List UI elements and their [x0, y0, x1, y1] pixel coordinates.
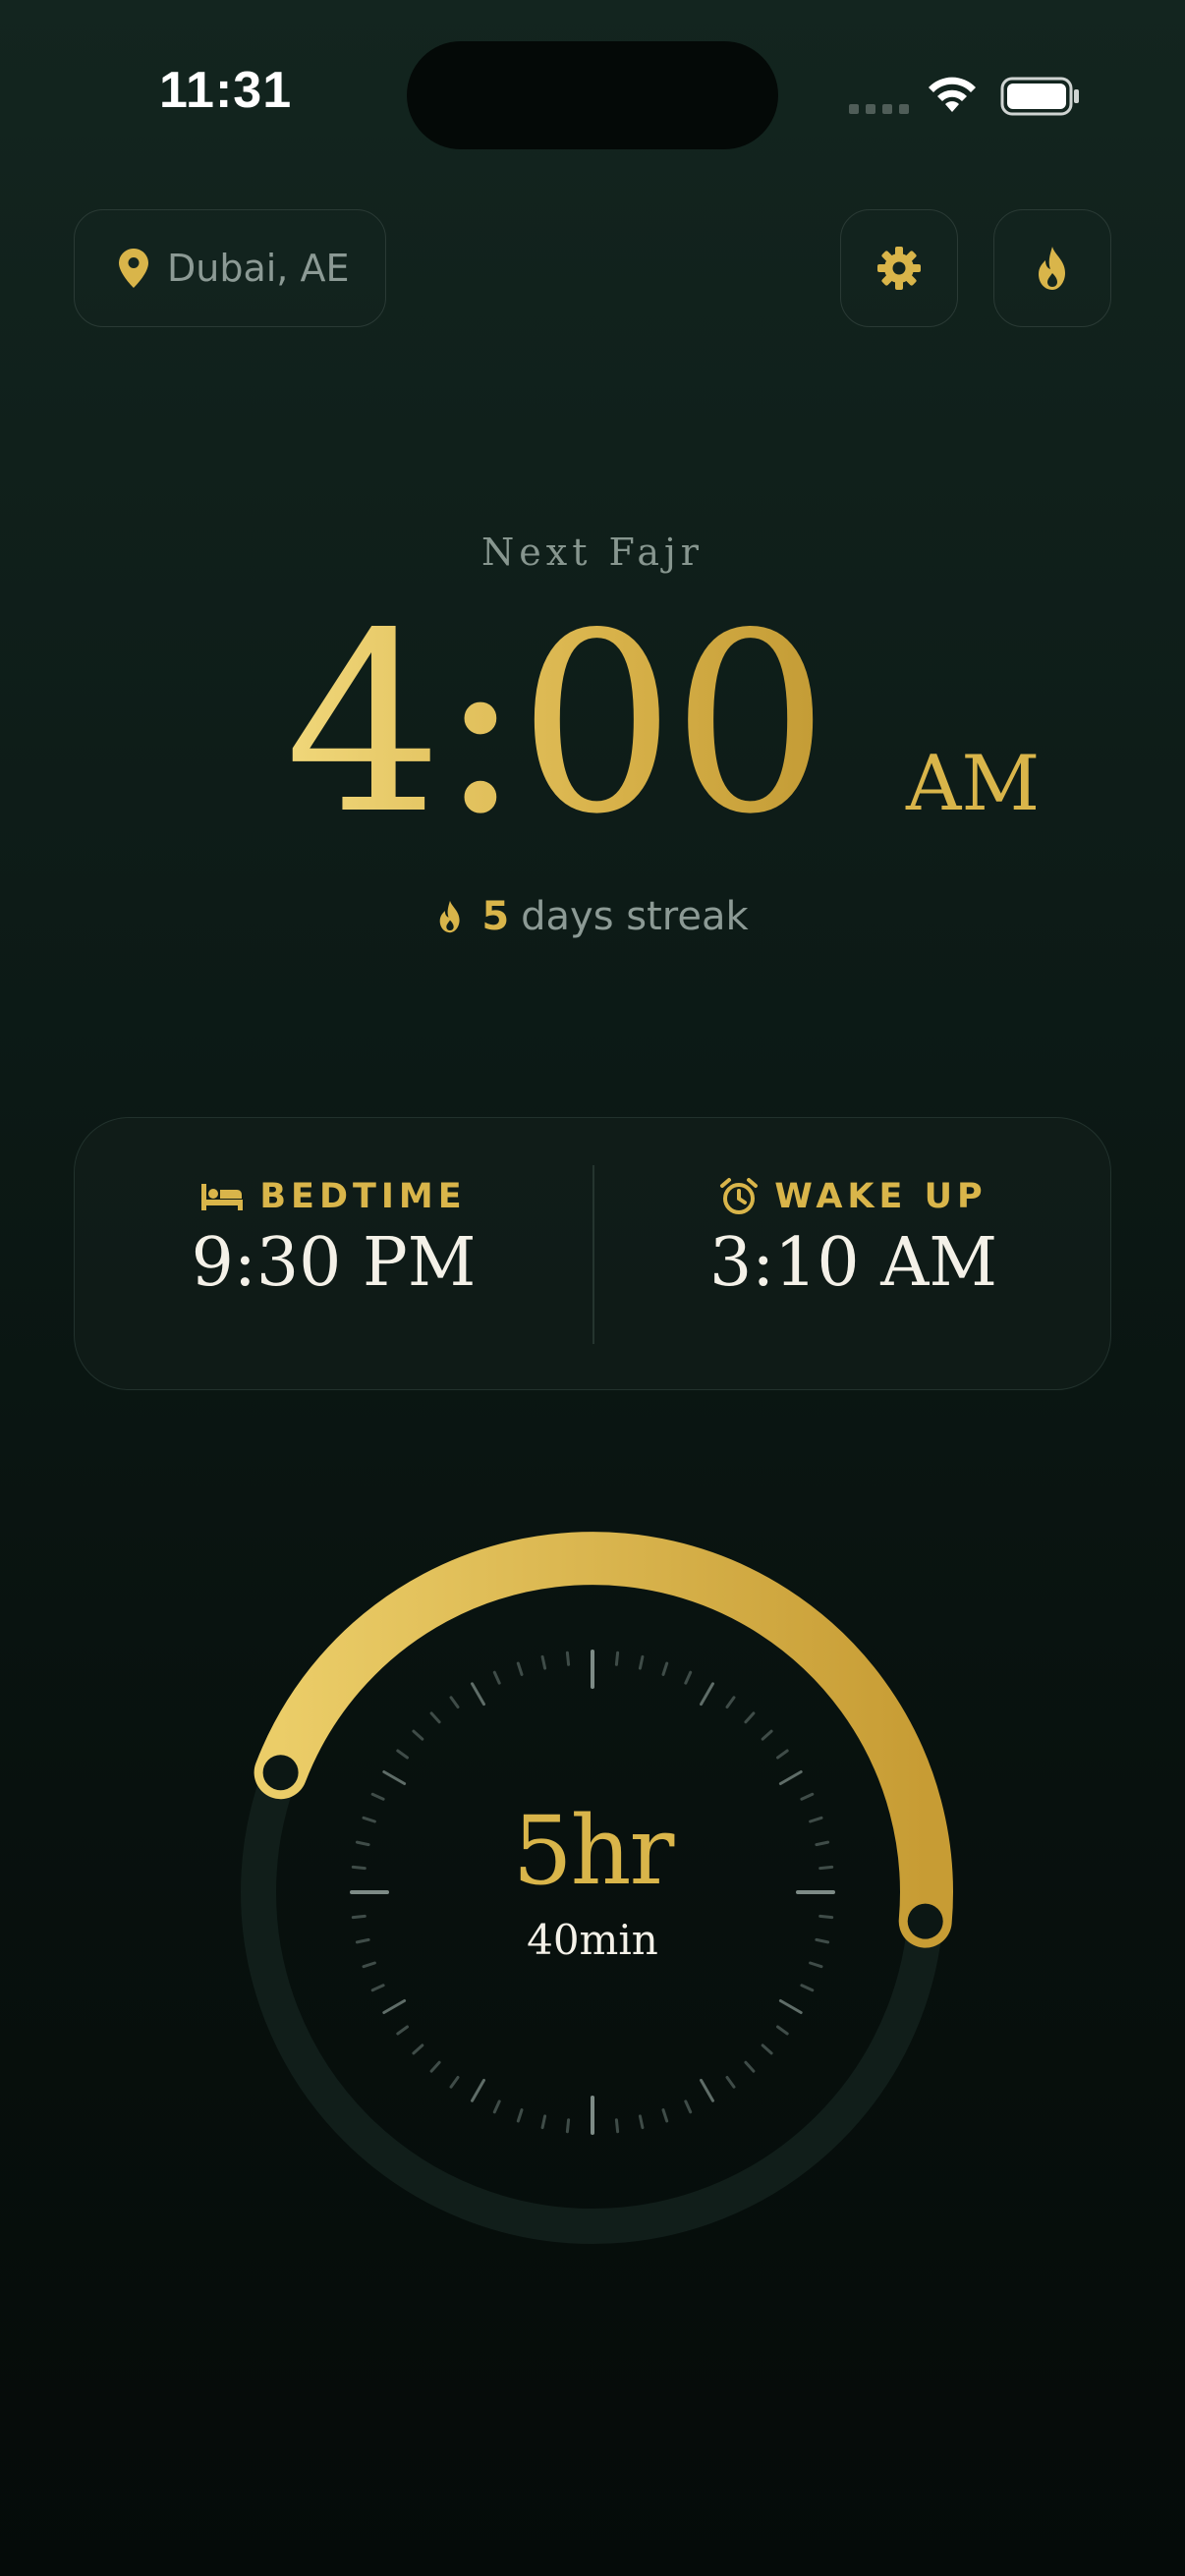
next-prayer-time: 4:00 AM — [0, 597, 1185, 863]
dial-tick — [614, 1651, 620, 1666]
dial-tick — [471, 1682, 485, 1707]
wakeup-label: WAKE UP — [774, 1177, 988, 1216]
flame-icon — [1039, 247, 1065, 290]
dial-tick — [540, 1654, 547, 1670]
duration-minutes: 40min — [527, 1916, 658, 1964]
dial-tick — [661, 1661, 669, 1676]
dial-tick — [412, 2044, 424, 2055]
dial-tick — [684, 1670, 693, 1685]
dial-tick — [776, 1749, 789, 1760]
dial-tick — [800, 1984, 815, 1992]
wakeup-value: 3:10 AM — [708, 1224, 998, 1302]
dial-tick — [412, 1729, 424, 1741]
dial-tick — [492, 1670, 501, 1685]
dial-tick — [565, 2118, 571, 2134]
dynamic-island — [407, 41, 778, 149]
dial-tick — [725, 1696, 736, 1708]
dial-tick — [382, 1999, 407, 2014]
location-selector[interactable]: Dubai, AE — [74, 209, 386, 327]
dial-tick — [761, 1729, 773, 1741]
streak-indicator: 5 days streak — [0, 894, 1185, 939]
bedtime-section[interactable]: BEDTIME 9:30 PM — [75, 1177, 592, 1344]
dial-tick — [492, 2100, 501, 2114]
dial-tick — [449, 2076, 460, 2089]
status-bar-time: 11:31 — [159, 62, 293, 119]
dial-tick — [396, 1749, 409, 1760]
bedtime-label: BEDTIME — [259, 1177, 467, 1216]
dial-tick — [778, 1999, 803, 2014]
map-pin-icon — [119, 249, 148, 288]
gear-icon — [877, 247, 921, 290]
duration-hours: 5hr — [512, 1796, 675, 1906]
dial-tick — [370, 1984, 385, 1992]
cellular-signal-icon — [849, 104, 909, 114]
dial-tick — [744, 2060, 756, 2073]
dial-tick — [661, 2108, 669, 2123]
dial-tick — [429, 2060, 441, 2073]
streak-count: 5 — [481, 894, 510, 939]
prayer-time-period: AM — [906, 740, 1041, 828]
dial-tick — [761, 2044, 773, 2055]
dial-tick — [700, 1682, 714, 1707]
dial-tick — [516, 1661, 524, 1676]
next-prayer-label: Next Fajr — [481, 531, 704, 574]
dial-tick — [638, 2114, 645, 2130]
wakeup-section[interactable]: WAKE UP 3:10 AM — [594, 1177, 1112, 1344]
prayer-time-value: 4:00 — [285, 581, 829, 868]
dial-tick — [382, 1770, 407, 1785]
location-label: Dubai, AE — [167, 247, 350, 290]
dial-tick — [638, 1654, 645, 1670]
dial-tick — [776, 2025, 789, 2036]
bedtime-value: 9:30 PM — [191, 1224, 477, 1302]
dial-tick — [471, 2078, 485, 2102]
flame-icon — [439, 900, 460, 933]
dial-tick — [614, 2118, 620, 2134]
dial-tick — [725, 2076, 736, 2089]
dial-tick — [516, 2108, 524, 2123]
dial-tick — [778, 1770, 803, 1785]
dial-tick — [540, 2114, 547, 2130]
dial-tick — [429, 1711, 441, 1724]
wifi-icon — [926, 73, 979, 120]
streak-text: days streak — [521, 894, 749, 939]
dial-tick — [565, 1651, 571, 1666]
dial-tick — [700, 2078, 714, 2102]
dial-tick — [396, 2025, 409, 2036]
settings-button[interactable] — [840, 209, 958, 327]
bed-icon — [201, 1184, 244, 1210]
streak-button[interactable] — [993, 209, 1111, 327]
battery-icon — [1000, 77, 1081, 120]
dial-tick — [684, 2100, 693, 2114]
dial-tick — [744, 1711, 756, 1724]
dial-tick — [449, 1696, 460, 1708]
alarm-clock-icon — [720, 1178, 759, 1214]
sleep-schedule-card[interactable]: BEDTIME 9:30 PM WAKE UP 3:10 AM — [74, 1117, 1111, 1390]
bedtime-handle[interactable] — [262, 1755, 299, 1791]
